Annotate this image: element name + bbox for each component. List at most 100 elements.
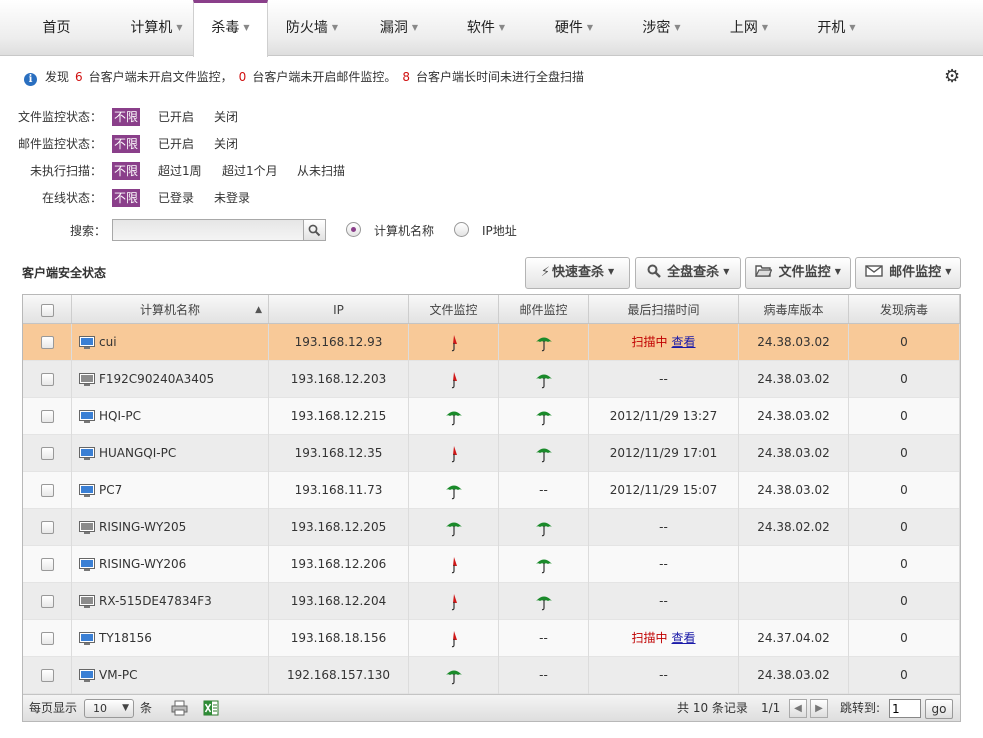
radio-ip[interactable] [454,222,469,237]
mail-monitor-status: -- [539,631,548,645]
filter-option[interactable]: 不限 [112,162,141,180]
row-checkbox[interactable] [40,447,54,460]
computer-icon [79,631,95,645]
nav-item-boot[interactable]: 开机 ▼ [793,0,880,55]
quick-scan-button[interactable]: ⚡ 快速查杀 ▼ [525,257,630,289]
view-scan-link[interactable]: 查看 [672,335,696,349]
cell-last-scan: -- [589,361,739,398]
full-scan-button[interactable]: 全盘查杀 ▼ [635,257,741,289]
row-checkbox[interactable] [40,521,54,534]
cell-virus-db: 24.37.04.02 [739,620,849,657]
notice-count-mail: 0 [238,70,247,84]
col-virus-found[interactable]: 发现病毒 [849,295,960,323]
chevron-down-icon: ▼ [122,703,129,713]
table-row[interactable]: HUANGQI-PC 193.168.12.35 2012/11/29 17:01 2… [23,435,960,472]
table-row[interactable]: RISING-WY206 193.168.12.206 -- 0 [23,546,960,583]
filter-option[interactable]: 不限 [112,189,141,207]
go-button[interactable]: go [925,699,953,719]
chevron-down-icon: ▼ [243,23,250,32]
next-page-button[interactable]: ▶ [810,699,828,718]
table-row[interactable]: RISING-WY205 193.168.12.205 -- 24.38.02.02 0 [23,509,960,546]
filter-option[interactable]: 超过1周 [158,162,202,180]
filter-option[interactable]: 已登录 [158,189,194,207]
nav-item-home[interactable]: 首页 [0,0,113,55]
table-row[interactable]: PC7 193.168.11.73 -- 2012/11/29 15:07 24.38.… [23,472,960,509]
filter-option[interactable]: 超过1个月 [222,162,278,180]
filter-option[interactable]: 从未扫描 [297,162,345,180]
mail-monitor-button[interactable]: 邮件监控 ▼ [855,257,961,289]
notice-bar: i 发现 6 台客户端未开启文件监控， 0 台客户端未开启邮件监控。 8 台客户端长时间未进行… [24,68,584,86]
cell-last-scan: -- [589,583,739,620]
table-row[interactable]: F192C90240A3405 193.168.12.203 -- 24.38.03.… [23,361,960,398]
nav-item-firewall[interactable]: 防火墙 ▼ [268,0,356,55]
cell-virus-found: 0 [849,435,960,472]
view-scan-link[interactable]: 查看 [672,631,696,645]
filter-option[interactable]: 关闭 [214,135,238,153]
search-icon [308,224,321,237]
prev-page-button[interactable]: ◀ [789,699,807,718]
nav-item-vulnerability[interactable]: 漏洞 ▼ [356,0,442,55]
search-button[interactable] [303,219,326,241]
file-monitor-button[interactable]: 文件监控 ▼ [745,257,851,289]
col-ip[interactable]: IP [269,295,409,323]
goto-page-input[interactable] [889,699,921,718]
cell-select [23,509,72,546]
umbrella-open-icon [535,337,552,351]
col-file-monitor[interactable]: 文件监控 [409,295,499,323]
last-scan-time: -- [659,372,668,386]
virus-count: 0 [900,557,908,571]
nav-item-label: 涉密 [642,20,671,36]
table-row[interactable]: TY18156 193.168.18.156 -- 扫描中 查看 24.37.04.02 0 [23,620,960,657]
umbrella-open-icon [445,411,462,425]
row-checkbox[interactable] [40,336,54,349]
row-checkbox[interactable] [40,484,54,497]
chevron-down-icon: ▼ [176,23,183,32]
col-mail-monitor[interactable]: 邮件监控 [499,295,589,323]
computer-name: F192C90240A3405 [99,372,215,386]
ip-address: 193.168.12.215 [290,409,387,423]
info-icon: i [24,73,37,86]
virus-count: 0 [900,372,908,386]
chevron-down-icon: ▼ [674,23,681,32]
table-row[interactable]: VM-PC 192.168.157.130 -- -- 24.38.03.02 0 [23,657,960,694]
search-input[interactable] [112,219,304,241]
select-all-checkbox[interactable] [40,304,54,317]
cell-select [23,398,72,435]
per-page-select[interactable]: 10 ▼ [84,699,134,718]
nav-item-software[interactable]: 软件 ▼ [442,0,530,55]
nav-item-label: 硬件 [554,20,583,36]
filter-option[interactable]: 不限 [112,135,141,153]
nav-item-computer[interactable]: 计算机 ▼ [113,0,200,55]
nav-item-internet[interactable]: 上网 ▼ [705,0,793,55]
filter-option[interactable]: 已开启 [158,135,194,153]
col-virus-db[interactable]: 病毒库版本 [739,295,849,323]
cell-mail-monitor [499,398,589,435]
filter-option[interactable]: 未登录 [214,189,250,207]
printer-icon[interactable] [171,700,188,719]
gear-icon[interactable]: ⚙ [944,67,960,87]
filter-option[interactable]: 关闭 [214,108,238,126]
table-row[interactable]: RX-515DE47834F3 193.168.12.204 -- 0 [23,583,960,620]
col-computer-name[interactable]: 计算机名称 ▲ [72,295,269,323]
row-checkbox[interactable] [40,410,54,423]
row-checkbox[interactable] [40,632,54,645]
nav-item-antivirus[interactable]: 杀毒 ▼ [193,0,268,57]
cell-virus-db [739,546,849,583]
col-last-scan[interactable]: 最后扫描时间 [589,295,739,323]
nav-item-hardware[interactable]: 硬件 ▼ [530,0,618,55]
row-checkbox[interactable] [40,595,54,608]
row-checkbox[interactable] [40,373,54,386]
row-checkbox[interactable] [40,669,54,682]
radio-computer-name[interactable] [346,222,361,237]
filter-option[interactable]: 已开启 [158,108,194,126]
nav-item-classified[interactable]: 涉密 ▼ [618,0,705,55]
notice-text-file: 台客户端未开启文件监控， [88,70,233,84]
virus-db-version: 24.38.03.02 [757,372,830,386]
filter-option[interactable]: 不限 [112,108,141,126]
virus-count: 0 [900,483,908,497]
excel-export-icon[interactable] [203,700,219,719]
table-row[interactable]: cui 193.168.12.93 扫描中 查看 24.38.03.02 0 [23,324,960,361]
table-row[interactable]: HQI-PC 193.168.12.215 2012/11/29 13:27 24.3… [23,398,960,435]
row-checkbox[interactable] [40,558,54,571]
cell-file-monitor [409,583,499,620]
